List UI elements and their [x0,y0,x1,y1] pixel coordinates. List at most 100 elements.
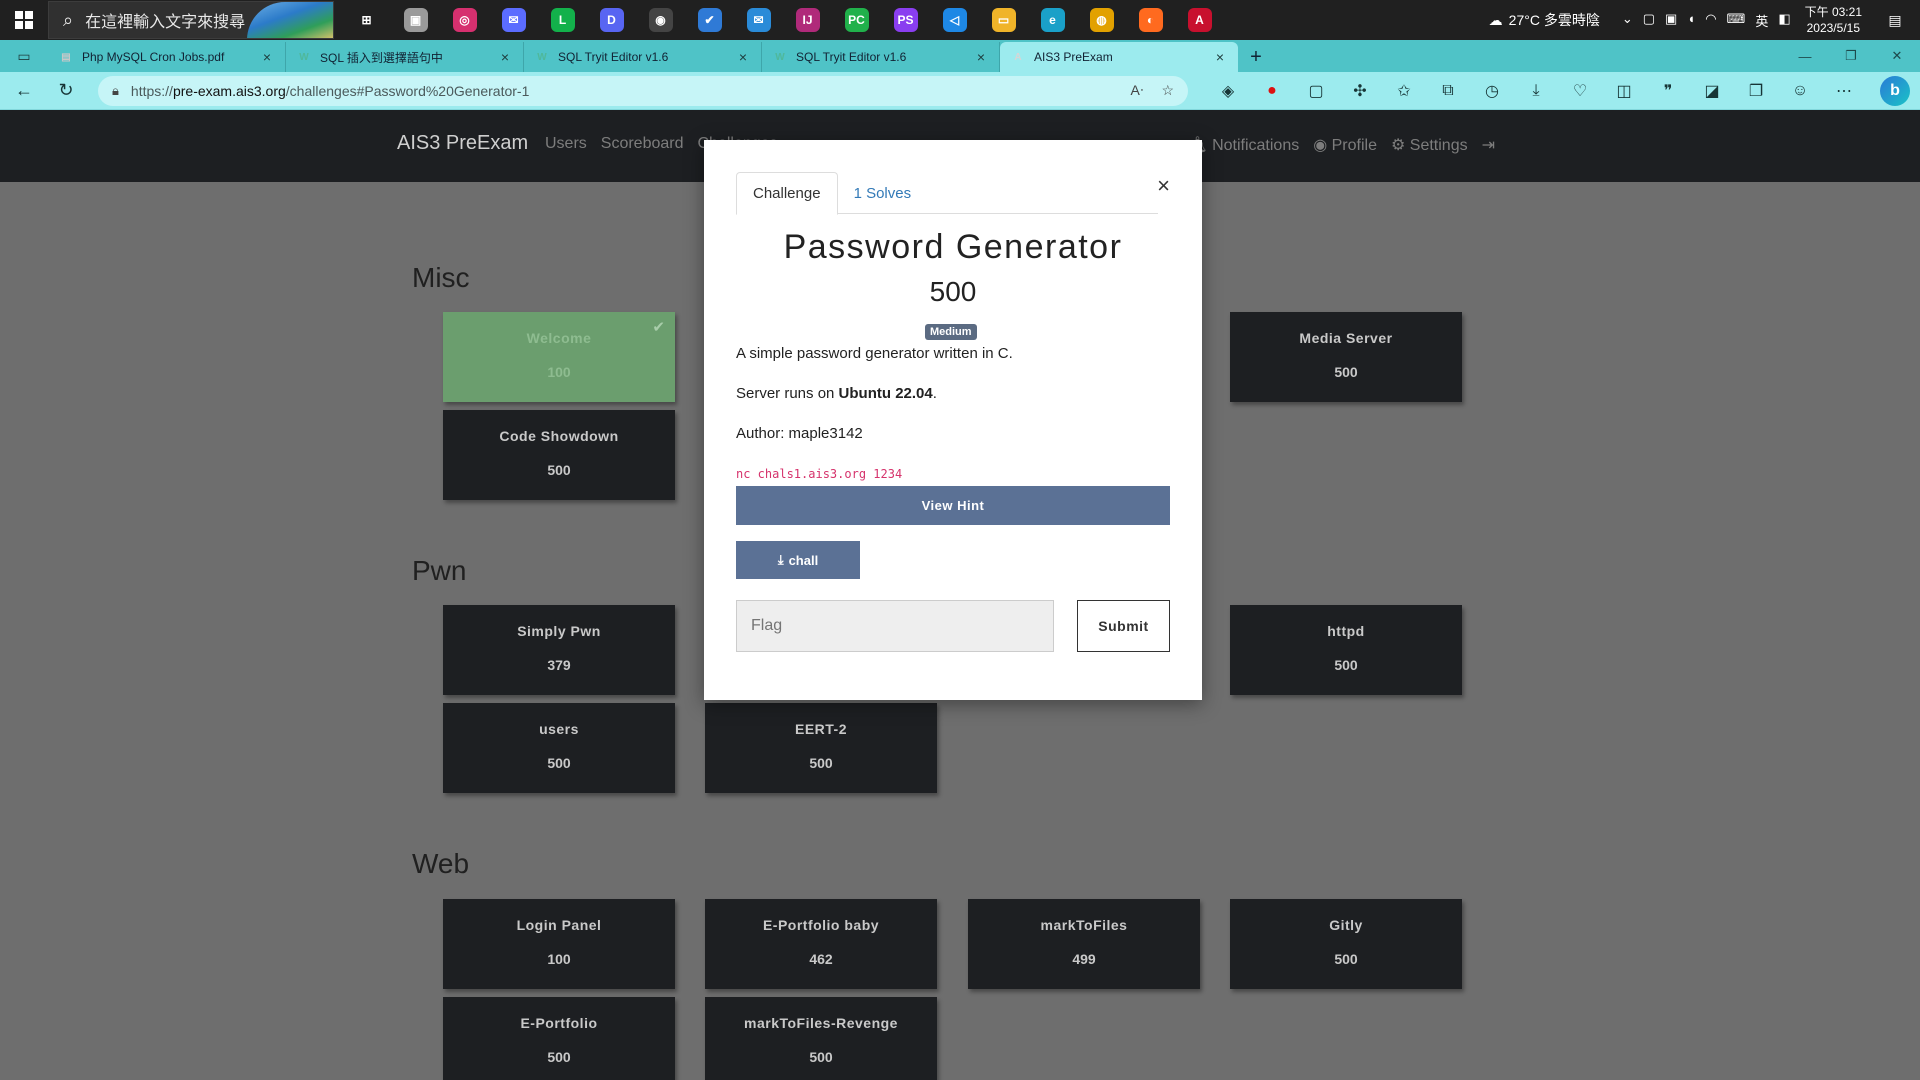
windows-start-icon[interactable] [0,0,48,40]
file-explorer-icon[interactable]: ▭ [979,0,1028,40]
profile-avatar-icon[interactable]: ☺ [1778,82,1822,100]
weather-text: 27°C 多雲時陰 [1508,12,1600,28]
phpstorm-icon[interactable]: PS [881,0,930,40]
firefox-glyph: ◐ [1138,8,1163,32]
search-highlight-image [247,2,333,38]
ime-mode-icon[interactable]: ◧ [1778,11,1790,30]
tab-favicon-icon: W [537,51,547,63]
copilot-extension-icon[interactable]: ◫ [1602,81,1646,101]
edge-glyph: e [1040,8,1065,32]
firefox-icon[interactable]: ◐ [1126,0,1175,40]
clock-time: 下午 03:21 [1804,5,1862,19]
restore-icon[interactable]: ❐ [1828,40,1874,72]
edge-icon[interactable]: e [1028,0,1077,40]
window-controls: — ❐ ✕ [1782,40,1920,72]
file-label: chall [788,552,819,568]
adobe-icon[interactable]: A [1175,0,1224,40]
browser-tab[interactable]: W SQL Tryit Editor v1.6 × [762,42,1000,72]
instagram-glyph: ◎ [452,8,477,32]
performance-icon[interactable]: ♡ [1558,81,1602,101]
screenshot-icon[interactable]: ◪ [1690,81,1734,101]
more-menu-icon[interactable]: ⋯ [1822,81,1866,101]
tab-copy-icon[interactable]: ❐ [1734,81,1778,101]
minimize-icon[interactable]: — [1782,40,1828,72]
back-icon[interactable]: ← [6,75,42,107]
chevron-up-icon[interactable]: ⌄ [1622,11,1633,30]
taskbar-clock[interactable]: 下午 03:21 2023/5/15 [1805,4,1862,36]
browser-tab-strip: ▭ ▤ Php MySQL Cron Jobs.pdf × W SQL 插入到選擇語句中… [0,40,1920,72]
read-aloud-icon[interactable]: Aᐧ [1131,82,1144,99]
messenger-icon[interactable]: ✉ [489,0,538,40]
history-icon[interactable]: ◷ [1470,81,1514,101]
todo-icon[interactable]: ✔ [685,0,734,40]
mail-icon[interactable]: ✉ [734,0,783,40]
tab-favicon-icon: A [1014,51,1022,63]
url-path: /challenges#Password%20Generator-1 [285,82,530,99]
browser-tab[interactable]: W SQL Tryit Editor v1.6 × [524,42,762,72]
tab-close-icon[interactable]: × [497,49,513,65]
task-view-icon[interactable]: ⊞ [342,0,391,40]
meet-icon[interactable]: ▢ [1643,11,1655,30]
file-explorer-glyph: ▭ [991,8,1016,32]
bing-icon[interactable]: b [1880,76,1910,106]
photo-app-icon[interactable]: ▣ [391,0,440,40]
tab-list: ▤ Php MySQL Cron Jobs.pdf × W SQL 插入到選擇語句中 × W… [48,42,1238,72]
pycharm-icon[interactable]: PC [832,0,881,40]
url-scheme: https:// [130,82,173,99]
tab-challenge[interactable]: Challenge [736,172,838,215]
taskbar-search-input[interactable]: ⌕ 在這裡輸入文字來搜尋 [48,1,334,39]
collections-icon[interactable]: ⧉ [1426,82,1470,100]
mail-glyph: ✉ [746,8,771,32]
server-os: Ubuntu 22.04 [838,385,933,402]
browser-tab[interactable]: W SQL 插入到選擇語句中 × [286,42,524,72]
intellij-icon[interactable]: IJ [783,0,832,40]
media-player-icon[interactable]: ◉ [636,0,685,40]
instagram-icon[interactable]: ◎ [440,0,489,40]
browser-tab[interactable]: A AIS3 PreExam × [1000,42,1238,72]
vscode-glyph: ◁ [942,8,967,32]
browser-tab[interactable]: ▤ Php MySQL Cron Jobs.pdf × [48,42,286,72]
line-glyph: L [550,8,575,32]
tab-favicon-icon: ▤ [61,51,71,63]
chrome-icon[interactable]: ◍ [1077,0,1126,40]
messenger-glyph: ✉ [501,8,526,32]
tab-actions-icon[interactable]: ▭ [0,40,48,72]
tab-close-icon[interactable]: × [735,49,751,65]
download-file-button[interactable]: ⤓ chall [736,541,860,579]
challenge-description: A simple password generator written in C… [736,345,1013,362]
view-hint-button[interactable]: View Hint [736,486,1170,525]
weather-widget[interactable]: ☁ 27°C 多雲時陰 [1489,10,1600,30]
keyboard-icon[interactable]: ⌨ [1727,11,1746,30]
address-bar[interactable]: 🔒︎ https://pre-exam.ais3.org/challenges#… [98,75,1188,106]
chrome-glyph: ◍ [1089,8,1114,32]
volume-icon[interactable]: ◖ [1687,11,1695,30]
ime-indicator[interactable]: 英 [1755,11,1768,30]
submit-button[interactable]: Submit [1077,600,1170,652]
notification-center-icon[interactable]: ▤ [1880,12,1910,29]
favorites-icon[interactable]: ✩ [1382,81,1426,101]
discord-glyph: D [599,8,624,32]
new-tab-icon[interactable]: + [1238,42,1274,72]
opera-icon[interactable]: ● [1250,82,1294,100]
tab-close-icon[interactable]: × [1212,49,1228,65]
taskbar-app-list: ⊞ ▣ ◎ ✉ L D ◉ ✔ ✉ IJ PC PS ◁ ▭ e ◍ ◐ A [342,0,1224,40]
display-icon[interactable]: ▣ [1665,11,1677,30]
line-icon[interactable]: L [538,0,587,40]
quote-icon[interactable]: ❞ [1646,81,1690,101]
extension-puzzle-icon[interactable]: ◈ [1206,81,1250,101]
tab-solves[interactable]: 1 Solves [838,172,928,214]
wifi-icon[interactable]: ◠ [1705,11,1716,30]
extensions-icon[interactable]: ✣ [1338,81,1382,101]
flag-input[interactable] [736,600,1054,652]
tab-close-icon[interactable]: × [259,49,275,65]
discord-icon[interactable]: D [587,0,636,40]
downloads-icon[interactable]: ⤓ [1514,82,1558,100]
window-close-icon[interactable]: ✕ [1874,40,1920,72]
chat-extension-icon[interactable]: ▢ [1294,81,1338,101]
favorite-star-icon[interactable]: ☆ [1161,82,1174,99]
vscode-icon[interactable]: ◁ [930,0,979,40]
modal-close-icon[interactable]: × [1157,173,1170,199]
cloud-icon: ☁ [1488,11,1503,28]
tab-close-icon[interactable]: × [973,49,989,65]
refresh-icon[interactable]: ↻ [48,75,84,107]
